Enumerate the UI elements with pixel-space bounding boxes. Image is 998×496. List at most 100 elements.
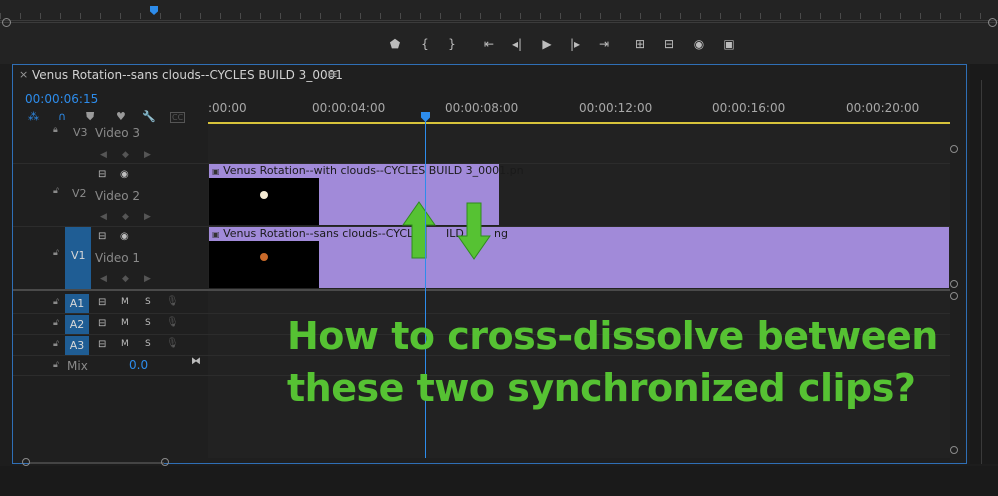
- compare-view-icon[interactable]: ▣: [722, 36, 736, 52]
- monitor-zoom-handle-left[interactable]: [2, 18, 11, 27]
- add-keyframe-icon[interactable]: ◆: [122, 150, 129, 160]
- ruler-label: :00:00: [208, 101, 247, 115]
- nest-toggle-icon[interactable]: ⁂: [28, 110, 39, 123]
- next-keyframe-icon[interactable]: ▶: [144, 150, 151, 160]
- vscroll-handle-bottom[interactable]: [950, 280, 958, 288]
- lock-icon[interactable]: 🔓︎: [53, 339, 59, 349]
- ruler-tick: [80, 13, 81, 19]
- ruler-tick: [580, 13, 581, 19]
- hscroll-handle-left[interactable]: [22, 458, 30, 466]
- solo-button[interactable]: S: [145, 297, 151, 307]
- ruler-tick: [380, 13, 381, 19]
- captions-icon[interactable]: CC: [170, 112, 186, 123]
- lock-icon[interactable]: 🔓︎: [53, 318, 59, 328]
- play-icon[interactable]: ▶: [540, 36, 554, 52]
- lock-icon[interactable]: 🔒︎: [53, 125, 58, 135]
- ruler-tick: [320, 13, 321, 19]
- microphone-icon[interactable]: 🎙︎: [166, 338, 179, 349]
- track-name-v2: Video 2: [95, 189, 141, 203]
- sync-lock-icon[interactable]: ⊟: [98, 339, 106, 350]
- eye-icon[interactable]: ◉: [120, 231, 129, 242]
- arrow-up-icon: [402, 201, 436, 259]
- next-keyframe-icon[interactable]: ▶: [144, 274, 151, 284]
- ruler-tick: [880, 13, 881, 19]
- extract-icon[interactable]: ⊟: [662, 36, 676, 52]
- track-id-v1[interactable]: V1: [71, 249, 86, 262]
- audio-vscroll-handle-bottom[interactable]: [950, 446, 958, 454]
- monitor-time-ruler[interactable]: [0, 6, 998, 21]
- mute-button[interactable]: M: [121, 318, 129, 328]
- sequence-tab-title[interactable]: Venus Rotation--sans clouds--CYCLES BUIL…: [32, 68, 343, 82]
- lift-icon[interactable]: ⊞: [633, 36, 647, 52]
- export-frame-icon[interactable]: ◉: [692, 36, 706, 52]
- prev-keyframe-icon[interactable]: ◀: [100, 150, 107, 160]
- lock-icon[interactable]: 🔓︎: [53, 297, 59, 307]
- audio-vscroll-handle-top[interactable]: [950, 292, 958, 300]
- clip-name-v1: Venus Rotation--sans clouds--CYCLES: [223, 227, 428, 240]
- snap-magnet-icon[interactable]: ∩: [58, 110, 66, 123]
- close-icon[interactable]: ×: [19, 68, 28, 81]
- vscroll-handle-top[interactable]: [950, 145, 958, 153]
- solo-button[interactable]: S: [145, 339, 151, 349]
- mute-button[interactable]: M: [121, 297, 129, 307]
- ruler-tick: [100, 13, 101, 19]
- mix-volume-value[interactable]: 0.0: [129, 358, 148, 372]
- lock-icon[interactable]: 🔓︎: [53, 186, 59, 196]
- track-name-v3: Video 3: [95, 126, 141, 140]
- hscroll-handle-right[interactable]: [161, 458, 169, 466]
- mark-in-icon[interactable]: {: [418, 36, 432, 52]
- ruler-tick: [300, 13, 301, 19]
- clip-v2[interactable]: ▣ Venus Rotation--with clouds--CYCLES BU…: [209, 164, 524, 225]
- overlay-question-text: How to cross-dissolve between these two …: [287, 310, 938, 414]
- clip-label-fragment: ng: [494, 227, 508, 240]
- track-id-a1[interactable]: A1: [65, 294, 89, 313]
- add-marker-icon[interactable]: ♥: [116, 110, 126, 123]
- video-audio-divider[interactable]: [13, 289, 950, 291]
- prev-keyframe-icon[interactable]: ◀: [100, 274, 107, 284]
- ruler-tick: [640, 13, 641, 19]
- track-id-a2[interactable]: A2: [65, 315, 89, 334]
- step-forward-icon[interactable]: |▸: [568, 36, 582, 52]
- clip-v1[interactable]: ▣ Venus Rotation--sans clouds--CYCLES IL…: [209, 227, 949, 288]
- prev-keyframe-icon[interactable]: ◀: [100, 212, 107, 222]
- track-id-v2[interactable]: V2: [72, 187, 87, 200]
- next-keyframe-icon[interactable]: ▶: [144, 212, 151, 222]
- horizontal-scrollbar[interactable]: [30, 462, 164, 464]
- ruler-tick: [540, 13, 541, 19]
- eye-icon[interactable]: ◉: [120, 169, 129, 180]
- microphone-icon[interactable]: 🎙︎: [166, 296, 179, 307]
- linked-selection-icon[interactable]: ⛊: [86, 110, 94, 124]
- track-id-v3[interactable]: V3: [73, 126, 88, 139]
- mute-button[interactable]: M: [121, 339, 129, 349]
- sync-lock-icon[interactable]: ⊟: [98, 169, 106, 180]
- sync-lock-icon[interactable]: ⊟: [98, 297, 106, 308]
- ruler-tick: [0, 13, 1, 19]
- solo-button[interactable]: S: [145, 318, 151, 328]
- ruler-tick: [180, 13, 181, 19]
- go-to-in-icon[interactable]: ⇤: [482, 36, 496, 52]
- go-to-edit-icon[interactable]: ⧓: [191, 356, 201, 367]
- playhead-timecode[interactable]: 00:00:06:15: [25, 92, 98, 106]
- ruler-tick: [960, 13, 961, 19]
- mark-out-icon[interactable]: }: [445, 36, 459, 52]
- add-keyframe-icon[interactable]: ◆: [122, 274, 129, 284]
- go-to-out-icon[interactable]: ⇥: [597, 36, 611, 52]
- planet-image: [260, 191, 268, 199]
- add-keyframe-icon[interactable]: ◆: [122, 212, 129, 222]
- ruler-tick: [620, 13, 621, 19]
- timeline-settings-icon[interactable]: 🔧: [142, 110, 156, 123]
- sync-lock-icon[interactable]: ⊟: [98, 318, 106, 329]
- monitor-zoom-handle-right[interactable]: [988, 18, 997, 27]
- ruler-tick: [400, 13, 401, 19]
- sync-lock-icon[interactable]: ⊟: [98, 231, 106, 242]
- track-id-a3[interactable]: A3: [65, 336, 89, 355]
- microphone-icon[interactable]: 🎙︎: [166, 317, 179, 328]
- marker-icon[interactable]: ⬟: [388, 36, 402, 52]
- step-back-icon[interactable]: ◂|: [510, 36, 524, 52]
- arrow-down-icon: [457, 202, 491, 260]
- ruler-label: 00:00:08:00: [445, 101, 519, 115]
- lock-icon[interactable]: 🔓︎: [53, 248, 59, 258]
- panel-menu-icon[interactable]: ≡: [327, 67, 338, 82]
- lock-icon[interactable]: 🔓︎: [53, 360, 59, 370]
- monitor-scrub-line: [0, 22, 998, 23]
